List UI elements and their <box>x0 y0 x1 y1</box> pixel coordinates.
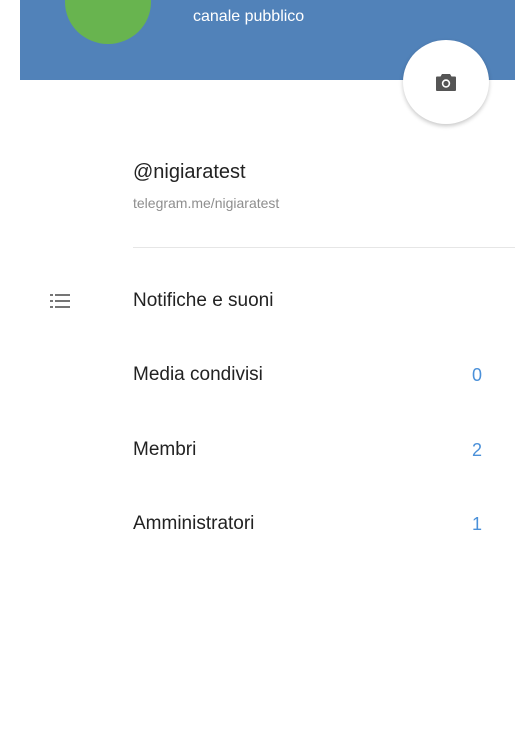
menu-item-notifications[interactable]: Notifiche e suoni <box>0 276 515 326</box>
camera-icon <box>436 73 456 91</box>
channel-avatar[interactable]: N <box>65 0 151 44</box>
menu-item-label: Notifiche e suoni <box>133 290 274 311</box>
menu-item-administrators[interactable]: Amministratori 1 <box>0 499 515 549</box>
menu-item-label: Membri <box>133 439 197 460</box>
menu-item-shared-media[interactable]: Media condivisi 0 <box>0 350 515 400</box>
list-icon <box>50 294 70 313</box>
channel-type-label: canale pubblico <box>193 8 305 25</box>
channel-username: @nigiaratest <box>133 161 246 183</box>
menu-item-count: 2 <box>471 440 482 460</box>
channel-link: telegram.me/nigiaratest <box>133 195 280 211</box>
menu-item-label: Media condivisi <box>133 364 263 385</box>
menu-item-members[interactable]: Membri 2 <box>0 425 515 475</box>
avatar-letter: N <box>99 0 116 4</box>
username-block[interactable]: @nigiaratest telegram.me/nigiaratest <box>133 160 279 212</box>
menu-item-label: Amministratori <box>133 513 255 534</box>
channel-info-screen: N canale pubblico @nigiaratest telegram.… <box>0 0 515 750</box>
menu-item-count: 0 <box>471 365 482 385</box>
change-photo-button[interactable] <box>403 40 489 124</box>
menu-item-count: 1 <box>471 514 482 534</box>
section-divider <box>133 247 515 248</box>
